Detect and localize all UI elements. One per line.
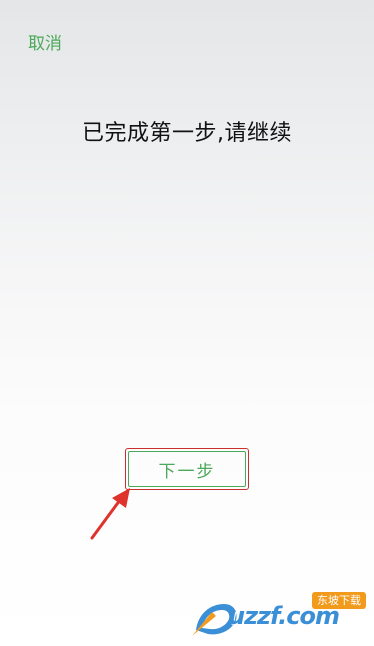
annotation-arrow-icon — [90, 488, 130, 540]
cancel-link[interactable]: 取消 — [28, 33, 62, 55]
watermark: uzzf.com 东坡下载 — [190, 592, 368, 638]
page-heading: 已完成第一步,请继续 — [82, 121, 292, 146]
watermark-badge: 东坡下载 — [312, 592, 366, 609]
next-step-button[interactable]: 下一步 — [128, 451, 246, 487]
